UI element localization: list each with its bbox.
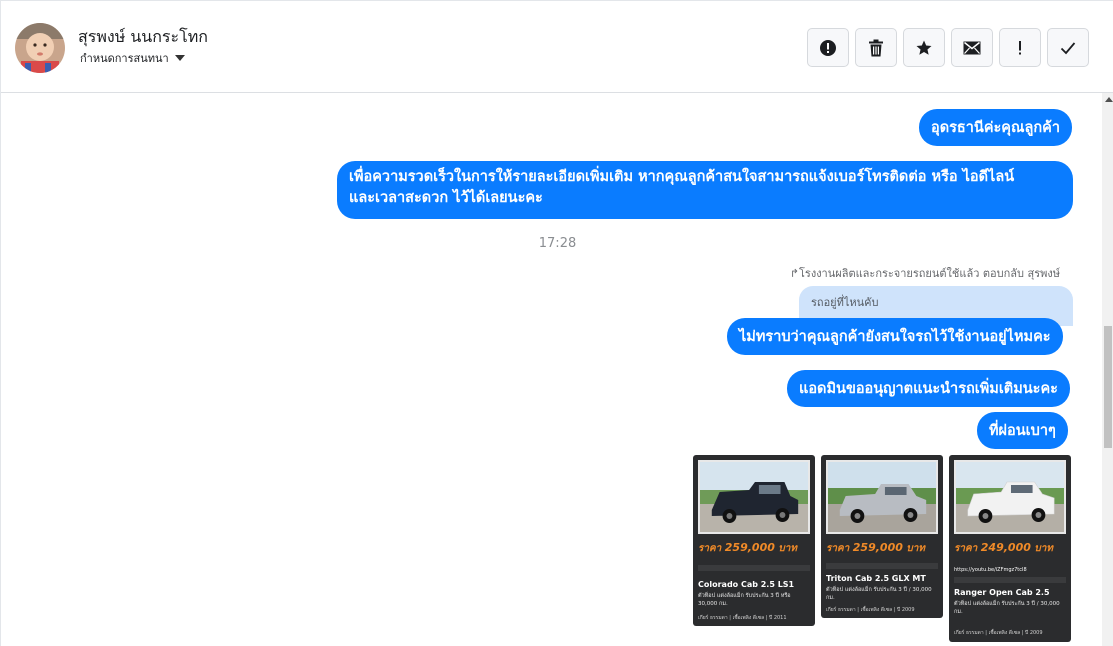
trash-icon — [869, 39, 883, 56]
car-specs: เกียร์ ธรรมดา | เชื้อเพลิง ดีเซล | ปี 20… — [826, 607, 915, 613]
message-list[interactable]: อุดรธานีค่ะคุณลูกค้า เพื่อความรวดเร็วในก… — [1, 93, 1101, 646]
car-description: ตัวท็อป แต่งล้อแม็ก รับประกัน 3 ปี หรือ … — [698, 593, 791, 607]
message-timestamp: 17:28 — [538, 236, 577, 251]
message-bubble[interactable]: แอดมินขออนุญาตแนะนำรถเพิ่มเติมนะคะ — [787, 370, 1070, 407]
envelope-icon — [963, 41, 981, 54]
exclamation-icon — [1019, 40, 1021, 54]
car-specs: เกียร์ ธรรมดา | เชื้อเพลิง ดีเซล | ปี 20… — [954, 630, 1043, 636]
car-description: ตัวท็อป แต่งล้อแม็ก รับประกัน 3 ปี / 30,… — [954, 601, 1060, 615]
scroll-up-arrow-icon[interactable] — [1105, 97, 1113, 102]
conversation-actions — [807, 28, 1089, 67]
divider — [954, 577, 1066, 583]
mark-unread-button[interactable] — [951, 28, 993, 67]
message-bubble[interactable]: ที่ผ่อนเบาๆ — [977, 412, 1068, 449]
car-price: ราคา 259,000 บาท — [698, 541, 797, 556]
avatar[interactable] — [15, 23, 65, 73]
price-value: 249,000 — [980, 541, 1031, 554]
car-model: Triton Cab 2.5 GLX MT — [826, 574, 926, 583]
message-bubble[interactable]: เพื่อความรวดเร็วในการให้รายละเอียดเพิ่มเ… — [337, 161, 1073, 219]
message-bubble[interactable]: ไม่ทราบว่าคุณลูกค้ายังสนใจรถไว้ใช้งานอยู… — [727, 318, 1063, 355]
car-photo — [954, 460, 1066, 534]
spam-button[interactable] — [807, 28, 849, 67]
contact-name: สุรพงษ์ นนกระโทก — [78, 27, 208, 46]
delete-button[interactable] — [855, 28, 897, 67]
price-value: 259,000 — [724, 541, 775, 554]
divider — [826, 563, 938, 569]
price-prefix: ราคา — [698, 543, 722, 554]
car-ad-image[interactable]: ราคา 249,000 บาท https://youtu.be/iZFmgz… — [949, 455, 1071, 642]
car-description: ตัวท็อป แต่งล้อแม็ก รับประกัน 3 ปี / 30,… — [826, 587, 932, 601]
conversation-tag-label: กำหนดการสนทนา — [80, 52, 169, 65]
message-line: และเวลาสะดวก ไว้ได้เลยนะคะ — [349, 190, 543, 206]
exclamation-circle-icon — [820, 39, 836, 56]
reply-note-text: โรงงานผลิตและกระจายรถยนต์ใช้แล้ว ตอบกลับ… — [799, 267, 1060, 280]
car-model: Ranger Open Cab 2.5 — [954, 588, 1050, 597]
price-prefix: ราคา — [954, 543, 978, 554]
car-ad-image[interactable]: ราคา 259,000 บาท Triton Cab 2.5 GLX MT ต… — [821, 455, 943, 618]
car-photo — [826, 460, 938, 534]
price-value: 259,000 — [852, 541, 903, 554]
reply-note: ↱โรงงานผลิตและกระจายรถยนต์ใช้แล้ว ตอบกลั… — [790, 264, 1060, 282]
message-bubble[interactable]: อุดรธานีค่ะคุณลูกค้า — [919, 109, 1072, 146]
car-specs: เกียร์ ธรรมดา | เชื้อเพลิง ดีเซล | ปี 20… — [698, 615, 787, 621]
car-ad-image[interactable]: ราคา 259,000 บาท Colorado Cab 2.5 LS1 ตั… — [693, 455, 815, 626]
caret-down-icon — [174, 55, 185, 61]
star-button[interactable] — [903, 28, 945, 67]
price-prefix: ราคา — [826, 543, 850, 554]
done-button[interactable] — [1047, 28, 1089, 67]
car-price: ราคา 249,000 บาท — [954, 541, 1053, 556]
scrollbar-thumb[interactable] — [1104, 326, 1112, 448]
reply-arrow-icon: ↱ — [789, 267, 799, 280]
important-button[interactable] — [999, 28, 1041, 67]
messenger-window: สุรพงษ์ นนกระโทก กำหนดการสนทนา อุดรธานีค… — [0, 0, 1113, 646]
price-unit: บาท — [906, 543, 925, 554]
price-unit: บาท — [778, 543, 797, 554]
message-line: เพื่อความรวดเร็วในการให้รายละเอียดเพิ่มเ… — [349, 169, 1015, 185]
car-photo — [698, 460, 810, 534]
car-video-link: https://youtu.be/iZFmgz7tcI8 — [954, 567, 1027, 573]
conversation-tag-dropdown[interactable]: กำหนดการสนทนา — [80, 49, 185, 67]
conversation-header: สุรพงษ์ นนกระโทก กำหนดการสนทนา — [1, 1, 1113, 93]
price-unit: บาท — [1034, 543, 1053, 554]
chat-scrollbar[interactable] — [1102, 93, 1113, 646]
car-price: ราคา 259,000 บาท — [826, 541, 925, 556]
divider — [698, 565, 810, 571]
star-icon — [916, 40, 932, 55]
car-model: Colorado Cab 2.5 LS1 — [698, 580, 795, 589]
check-icon — [1060, 41, 1076, 54]
